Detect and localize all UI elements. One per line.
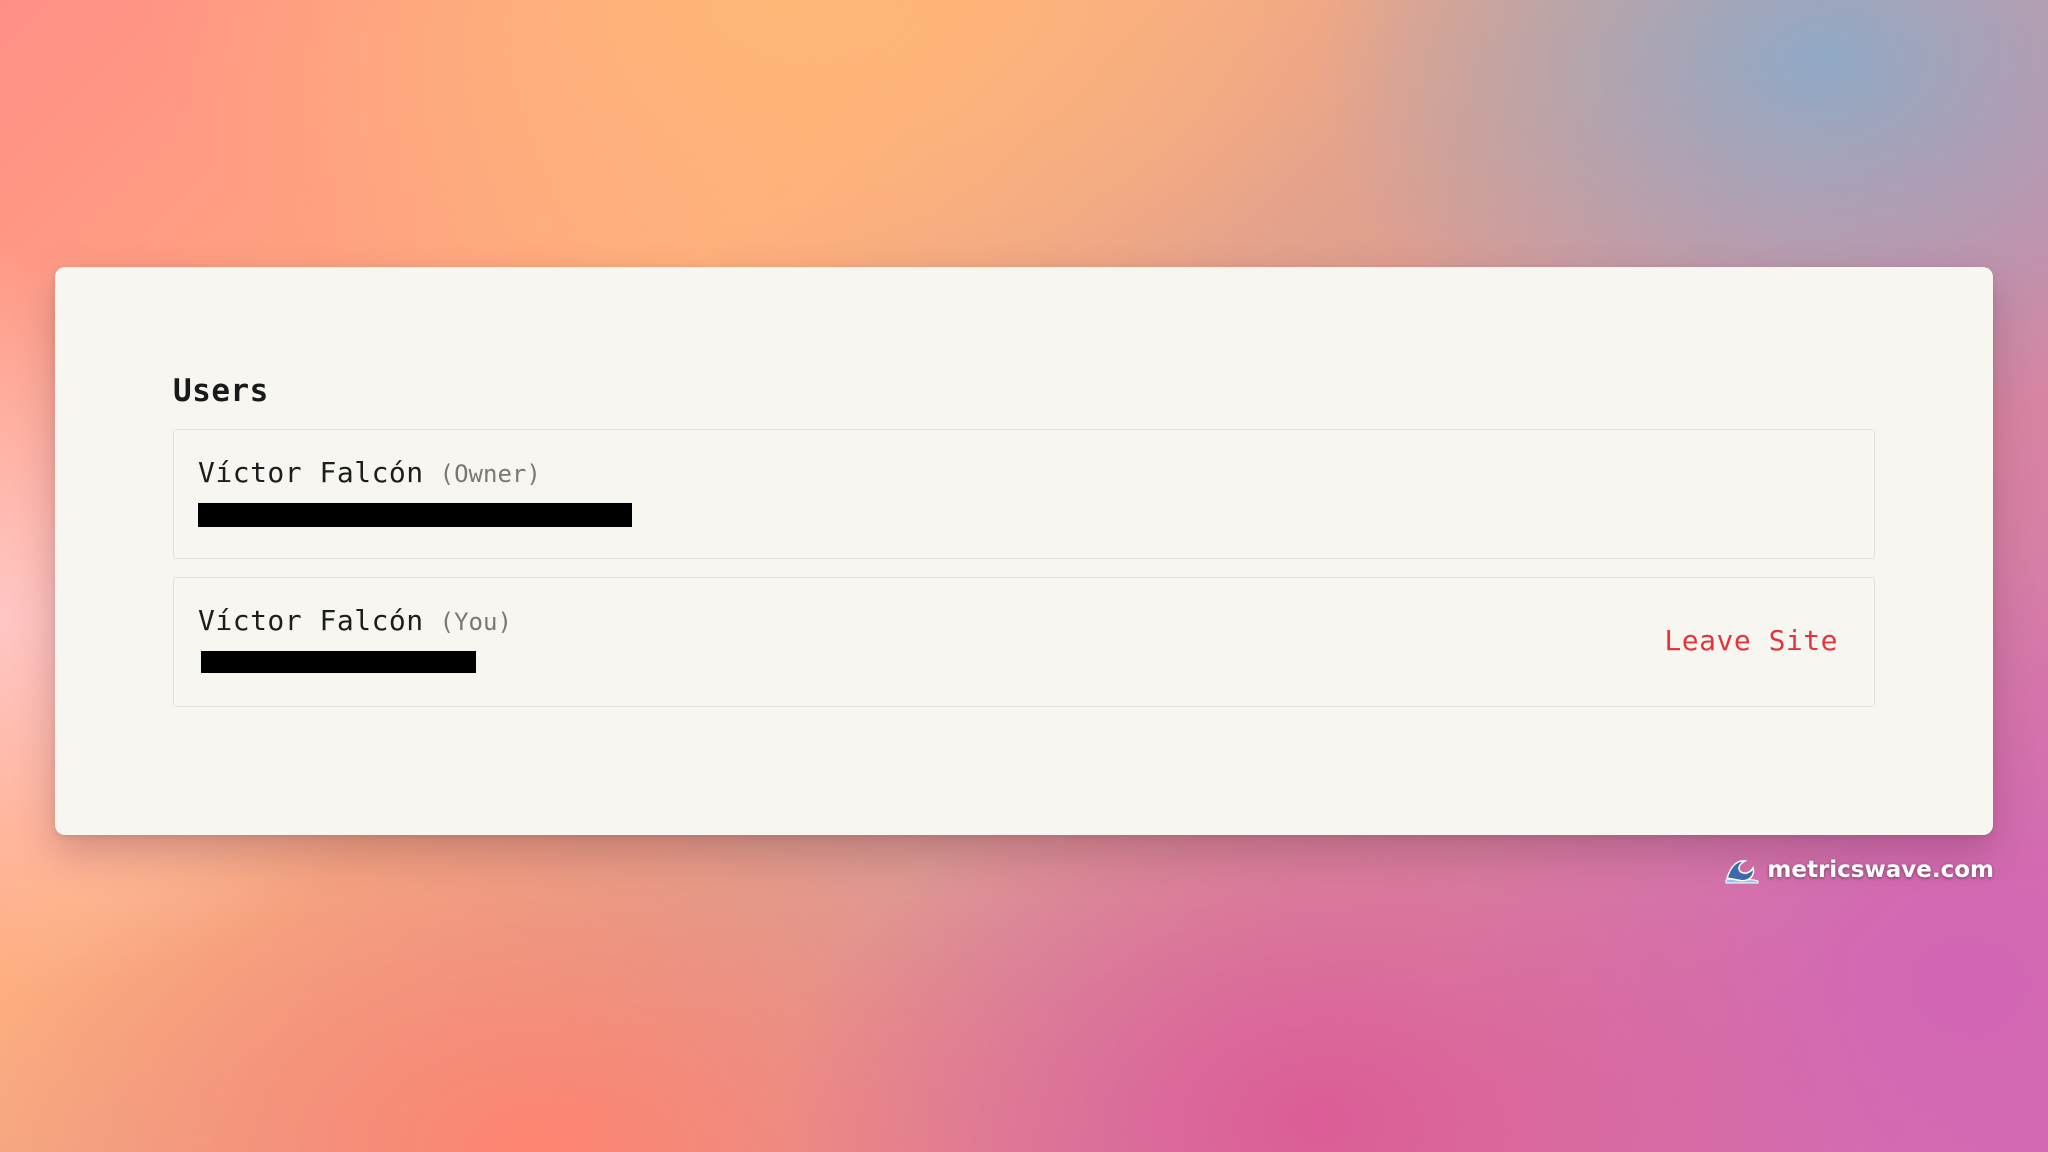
user-line: Víctor Falcón (Owner) xyxy=(198,456,1850,489)
watermark-text: metricswave.com xyxy=(1767,857,1994,883)
user-line: Víctor Falcón (You) xyxy=(198,604,1850,637)
user-row-self: Víctor Falcón (You) Leave Site xyxy=(173,577,1875,707)
user-row-owner: Víctor Falcón (Owner) xyxy=(173,429,1875,559)
users-heading: Users xyxy=(173,373,269,409)
user-role-badge: (You) xyxy=(439,608,512,636)
redacted-email xyxy=(198,503,632,527)
users-card: Users Víctor Falcón (Owner) Víctor Falcó… xyxy=(55,267,1993,835)
user-name: Víctor Falcón xyxy=(198,604,424,637)
watermark: metricswave.com xyxy=(1725,856,1994,884)
user-name: Víctor Falcón xyxy=(198,456,424,489)
redacted-email xyxy=(201,651,476,673)
user-role-badge: (Owner) xyxy=(439,460,541,488)
wave-icon xyxy=(1725,856,1759,884)
leave-site-button[interactable]: Leave Site xyxy=(1664,624,1838,657)
